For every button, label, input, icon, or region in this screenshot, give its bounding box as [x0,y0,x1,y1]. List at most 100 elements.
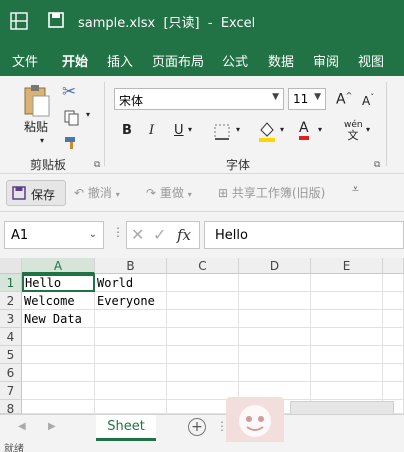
cell-b2[interactable]: Everyone [95,292,167,310]
cell-x7[interactable] [383,382,404,400]
tab-insert[interactable]: 插入 [107,51,133,70]
italic-button[interactable]: I [149,123,154,138]
cell-b8[interactable] [95,400,167,414]
cell-x4[interactable] [383,328,404,346]
bold-button[interactable]: B [122,123,132,138]
fill-color-icon[interactable] [258,120,276,142]
underline-dropdown-icon[interactable]: ▾ [188,125,192,134]
tab-file[interactable]: 文件 [12,51,38,70]
cell-c6[interactable] [167,364,239,382]
cell-e7[interactable] [311,382,383,400]
cell-x6[interactable] [383,364,404,382]
fill-color-dropdown-icon[interactable]: ▾ [280,125,284,134]
redo-button[interactable]: ↷ 重做 ▾ [146,184,192,208]
tab-view[interactable]: 视图 [358,51,384,70]
cell-x5[interactable] [383,346,404,364]
cell-b4[interactable] [95,328,167,346]
tab-review[interactable]: 审阅 [313,51,339,70]
cell-c1[interactable] [167,274,239,292]
row-header-4[interactable]: 4 [0,328,22,346]
cell-b5[interactable] [95,346,167,364]
scroll-left-icon[interactable]: ◀ [18,421,26,432]
undo-button[interactable]: ↶ 撤消 ▾ [74,184,120,208]
cell-b7[interactable] [95,382,167,400]
cell-e5[interactable] [311,346,383,364]
cell-a5[interactable] [22,346,95,364]
cell-c3[interactable] [167,310,239,328]
font-color-button[interactable]: A [299,120,309,140]
row-header-8[interactable]: 8 [0,400,22,416]
row-header-3[interactable]: 3 [0,310,22,328]
cell-e4[interactable] [311,328,383,346]
horizontal-scrollbar[interactable] [290,401,394,415]
cell-a1[interactable]: Hello [22,274,95,292]
row-header-5[interactable]: 5 [0,346,22,364]
paste-dropdown-icon[interactable]: ▾ [40,136,44,145]
sheet-tab[interactable]: Sheet [96,415,156,441]
name-box[interactable]: A1 ⌄ [4,221,104,249]
column-header-b[interactable]: B [95,258,167,274]
row-header-6[interactable]: 6 [0,364,22,382]
cut-icon[interactable]: ✂ [62,82,76,102]
cell-x1[interactable] [383,274,404,292]
format-painter-icon[interactable] [64,136,80,150]
cell-x3[interactable] [383,310,404,328]
customize-qat-icon[interactable]: ⩡ [352,182,359,206]
borders-dropdown-icon[interactable]: ▾ [236,125,240,134]
cell-d5[interactable] [239,346,311,364]
paste-icon[interactable] [22,84,52,118]
row-header-1[interactable]: 1 [0,274,22,292]
formula-input[interactable]: Hello [204,221,404,249]
cancel-entry-icon[interactable]: ✕ [131,225,144,244]
clipboard-launcher-icon[interactable]: ⧉ [94,160,100,170]
save-icon[interactable] [48,12,64,28]
cell-a3[interactable]: New Data [22,310,95,328]
shrink-font-button[interactable]: Aˇ [362,93,374,108]
cell-c2[interactable] [167,292,239,310]
cell-e3[interactable] [311,310,383,328]
cell-e6[interactable] [311,364,383,382]
cell-a8[interactable] [22,400,95,414]
cell-a7[interactable] [22,382,95,400]
copy-dropdown-icon[interactable]: ▾ [86,110,90,119]
select-all-corner[interactable] [0,258,22,274]
cell-a2[interactable]: Welcome [22,292,95,310]
font-size-select[interactable]: 11 ▼ [288,88,326,110]
column-header-a[interactable]: A [22,258,95,274]
row-header-7[interactable]: 7 [0,382,22,400]
cell-b1[interactable]: World [95,274,167,292]
tab-page-layout[interactable]: 页面布局 [152,51,204,70]
cell-e2[interactable] [311,292,383,310]
cell-a4[interactable] [22,328,95,346]
confirm-entry-icon[interactable]: ✓ [153,225,166,244]
tab-home[interactable]: 开始 [62,51,88,70]
column-header-c[interactable]: C [167,258,239,274]
cell-d2[interactable] [239,292,311,310]
paste-label[interactable]: 粘贴 [24,118,48,135]
tab-formulas[interactable]: 公式 [222,51,248,70]
phonetic-button[interactable]: wén 文 [344,120,363,142]
tab-data[interactable]: 数据 [268,51,294,70]
borders-icon[interactable] [214,124,230,140]
scroll-right-icon[interactable]: ▶ [48,421,56,432]
add-sheet-button[interactable]: + [188,418,206,436]
cell-x2[interactable] [383,292,404,310]
save-button[interactable]: 保存 [6,180,66,206]
column-header-d[interactable]: D [239,258,311,274]
cell-d3[interactable] [239,310,311,328]
font-launcher-icon[interactable]: ⧉ [374,160,380,170]
phonetic-dropdown-icon[interactable]: ▾ [366,125,370,134]
cell-c5[interactable] [167,346,239,364]
share-workbook-button[interactable]: ⊞ 共享工作簿(旧版) [218,184,325,208]
cell-d6[interactable] [239,364,311,382]
cell-b3[interactable] [95,310,167,328]
cell-d1[interactable] [239,274,311,292]
insert-function-button[interactable]: fx [177,226,191,244]
copy-icon[interactable] [64,110,80,126]
grow-font-button[interactable]: A^ [336,91,352,108]
cell-c4[interactable] [167,328,239,346]
font-name-select[interactable]: 宋体 ▼ [114,88,284,110]
font-color-dropdown-icon[interactable]: ▾ [318,125,322,134]
cell-e1[interactable] [311,274,383,292]
cell-b6[interactable] [95,364,167,382]
